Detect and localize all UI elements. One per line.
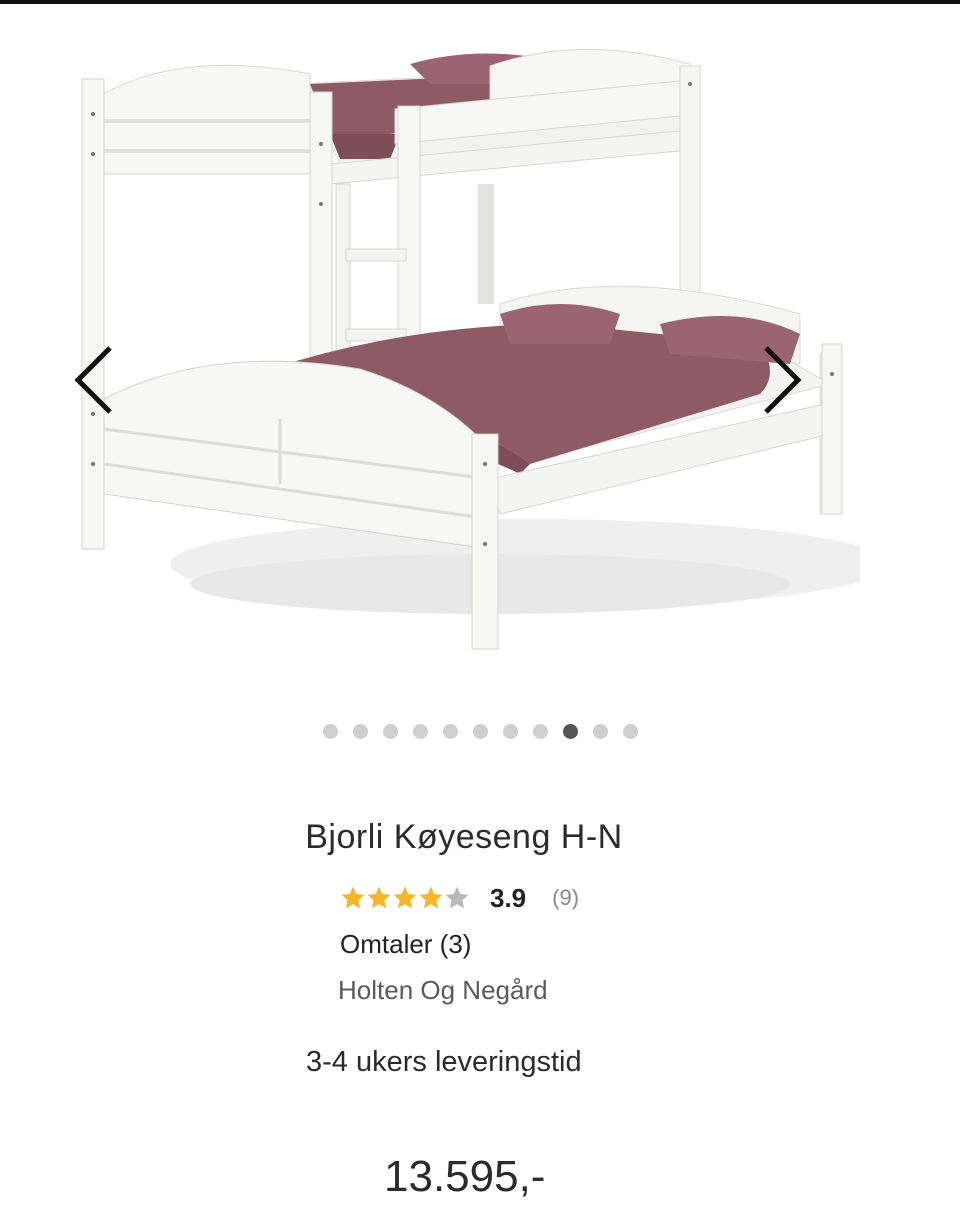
gallery-pagination (0, 723, 960, 739)
product-price: 13.595,- (384, 1152, 546, 1201)
pagination-dot[interactable] (532, 723, 548, 739)
product-title: Bjorli Køyeseng H-N (305, 818, 623, 856)
pagination-dot[interactable] (352, 723, 368, 739)
pagination-dot[interactable] (382, 723, 398, 739)
brand-name[interactable]: Holten Og Negård (338, 975, 548, 1006)
chevron-left-icon (74, 346, 112, 414)
pagination-dot[interactable] (412, 723, 428, 739)
rating-count: (9) (552, 885, 580, 910)
image-gallery[interactable] (0, 4, 960, 690)
pagination-dot[interactable] (592, 723, 608, 739)
star-icon (367, 886, 391, 909)
pagination-dot[interactable] (622, 723, 638, 739)
rating-stars (340, 885, 470, 911)
star-icon (445, 886, 469, 909)
reviews-link[interactable]: Omtaler (3) (340, 929, 471, 960)
previous-image-button[interactable] (64, 340, 124, 420)
star-icon (419, 886, 443, 909)
rating-value: 3.9 (490, 882, 527, 913)
pagination-dot[interactable] (442, 723, 458, 739)
next-image-button[interactable] (752, 340, 812, 420)
rating-row[interactable]: 3.9 (9) (340, 880, 579, 916)
pagination-dot[interactable] (502, 723, 518, 739)
chevron-right-icon (764, 346, 802, 414)
star-icon (341, 886, 365, 909)
delivery-time: 3-4 ukers leveringstid (306, 1046, 582, 1078)
star-icon (393, 886, 417, 909)
product-image-bunk-bed (81, 49, 860, 650)
pagination-dot-active[interactable] (562, 723, 578, 739)
pagination-dot[interactable] (472, 723, 488, 739)
pagination-dot[interactable] (322, 723, 338, 739)
